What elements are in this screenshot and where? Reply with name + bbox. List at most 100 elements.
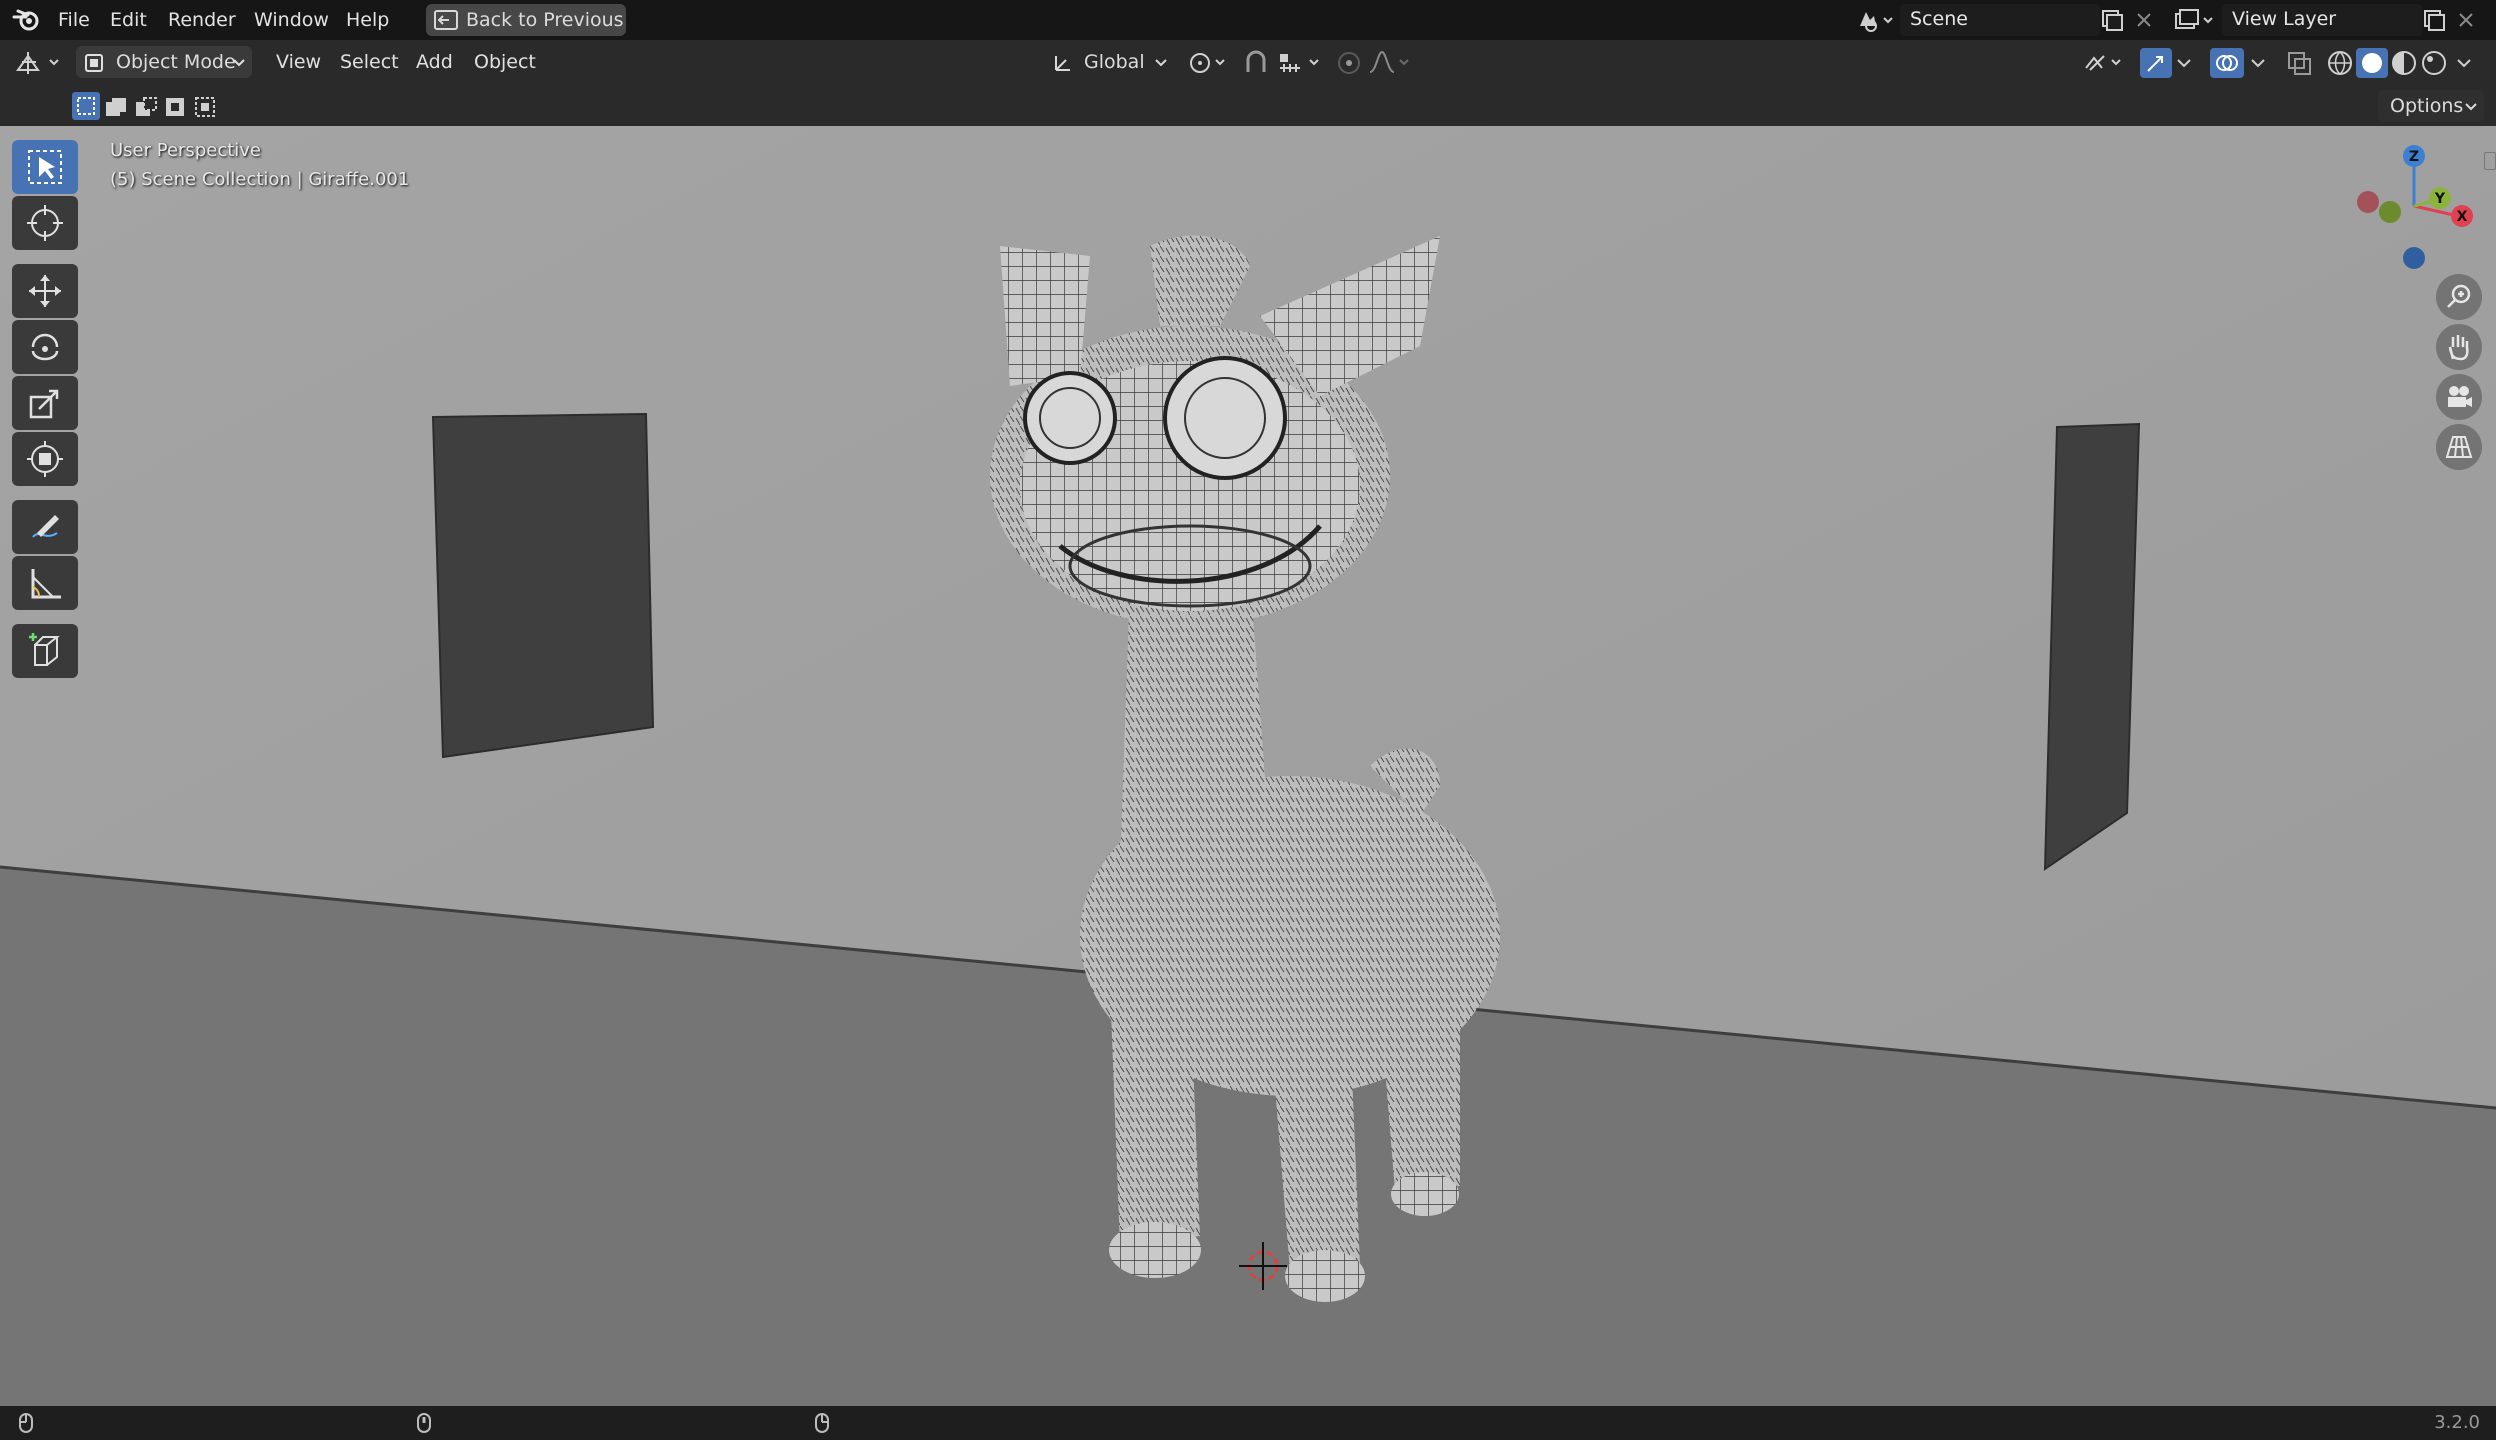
hand-icon — [2448, 335, 2469, 361]
mode-label: Object Mode — [116, 51, 236, 73]
rotate-icon — [31, 333, 59, 361]
gizmo-neg-z-dot[interactable] — [2403, 247, 2425, 269]
camera-view-button[interactable] — [2436, 374, 2482, 420]
menu-file[interactable]: File — [52, 6, 96, 34]
chevron-down-icon[interactable] — [2176, 58, 2192, 70]
falloff-curve-icon[interactable] — [1366, 48, 1414, 78]
rendered-shading-icon[interactable] — [2420, 49, 2448, 77]
add-cube-tool[interactable] — [12, 624, 78, 678]
gizmo-neg-x-dot[interactable] — [2357, 191, 2379, 213]
new-view-layer-icon[interactable] — [2422, 8, 2446, 32]
back-to-previous-button[interactable]: Back to Previous — [426, 4, 626, 36]
rotate-tool[interactable] — [12, 320, 78, 374]
xray-toggle-icon[interactable] — [2286, 50, 2314, 76]
mouse-middle-icon — [417, 1413, 431, 1433]
delete-scene-icon[interactable] — [2134, 10, 2154, 30]
gizmo-z-label: Z — [2409, 149, 2419, 165]
blender-version: 3.2.0 — [2434, 1412, 2480, 1433]
material-preview-shading-icon[interactable] — [2390, 49, 2418, 77]
menu-edit[interactable]: Edit — [104, 6, 153, 34]
scale-icon — [29, 389, 59, 419]
pivot-point-icon[interactable] — [1186, 48, 1230, 78]
ruler-icon — [31, 569, 61, 599]
transform-icon — [27, 441, 63, 477]
measure-tool[interactable] — [12, 556, 78, 610]
visibility-selectability-icon[interactable] — [2080, 48, 2126, 78]
scene-selector-icon[interactable] — [1856, 6, 1896, 34]
select-box-tool[interactable] — [12, 140, 78, 194]
snap-target-icon[interactable] — [1276, 48, 1324, 78]
wireframe-shading-icon[interactable] — [2326, 49, 2354, 77]
menu-help[interactable]: Help — [340, 6, 395, 34]
chevron-down-icon — [233, 59, 245, 67]
navigation-gizmo[interactable]: Z X Y — [2340, 140, 2480, 280]
header-menu-object[interactable]: Object — [468, 47, 542, 77]
blender-logo-icon[interactable] — [12, 6, 42, 34]
snap-toggle-icon[interactable] — [1240, 48, 1274, 78]
move-tool[interactable] — [12, 264, 78, 318]
proportional-editing-icon[interactable] — [1334, 48, 1364, 78]
header-menu-view[interactable]: View — [270, 47, 327, 77]
transform-orientation-label: Global — [1084, 51, 1145, 73]
perspective-toggle-button[interactable] — [2436, 424, 2482, 470]
delete-view-layer-icon[interactable] — [2456, 10, 2476, 30]
options-label: Options — [2390, 95, 2464, 117]
viewport-header: Object Mode View Select Add Object Globa… — [0, 40, 2496, 86]
select-subtract-icon[interactable] — [134, 96, 158, 118]
sidebar-toggle[interactable] — [2484, 152, 2496, 170]
gizmo-toggle-button[interactable] — [2140, 48, 2172, 78]
camera-icon — [2448, 386, 2472, 407]
new-scene-icon[interactable] — [2100, 8, 2124, 32]
add-cube-icon — [29, 633, 60, 666]
options-dropdown[interactable]: Options — [2378, 90, 2484, 122]
zoom-view-button[interactable] — [2436, 274, 2482, 320]
gizmo-neg-y-dot[interactable] — [2379, 201, 2401, 223]
status-bar — [0, 1406, 2496, 1440]
right-wall-panel — [2043, 422, 2141, 871]
view-layer-selector-icon[interactable] — [2172, 6, 2216, 34]
move-arrows-icon — [29, 275, 61, 307]
transform-tool[interactable] — [12, 432, 78, 486]
chevron-down-icon — [1155, 59, 1167, 67]
gizmo-x-label: X — [2457, 209, 2468, 225]
gizmo-y-label: Y — [2434, 191, 2446, 207]
view-layer-name-field[interactable]: View Layer — [2222, 4, 2422, 36]
pan-view-button[interactable] — [2436, 324, 2482, 370]
solid-shading-icon — [2362, 53, 2382, 73]
shading-options-chevron-icon[interactable] — [2456, 58, 2472, 70]
active-object-label: (5) Scene Collection | Giraffe.001 — [110, 169, 410, 190]
mouse-left-icon — [19, 1413, 33, 1433]
scale-tool[interactable] — [12, 376, 78, 430]
zoom-magnifier-icon — [2447, 284, 2471, 308]
grid-perspective-icon — [2445, 436, 2473, 458]
select-new-icon — [77, 97, 95, 115]
tool-settings-bar: Options — [0, 86, 2496, 127]
chevron-down-icon[interactable] — [2250, 58, 2266, 70]
select-invert-icon[interactable] — [164, 96, 188, 118]
select-cursor-icon — [28, 150, 62, 184]
menu-render[interactable]: Render — [162, 6, 242, 34]
header-menu-select[interactable]: Select — [334, 47, 405, 77]
top-bar: File Edit Render Window Help Back to Pre… — [0, 0, 2496, 40]
select-intersect-icon[interactable] — [194, 96, 218, 118]
select-mode-new-button[interactable] — [72, 92, 100, 120]
editor-type-icon[interactable] — [14, 48, 64, 78]
left-wall-panel — [431, 412, 655, 759]
3d-viewport[interactable]: User Perspective (5) Scene Collection | … — [0, 126, 2496, 1406]
view-perspective-label: User Perspective — [110, 140, 261, 161]
menu-window[interactable]: Window — [248, 6, 335, 34]
overlays-toggle-button[interactable] — [2210, 48, 2244, 78]
chevron-down-icon — [2465, 103, 2477, 111]
back-to-previous-label: Back to Previous — [466, 9, 624, 31]
solid-shading-button[interactable] — [2356, 48, 2388, 78]
back-screen-icon — [434, 10, 458, 30]
mode-dropdown[interactable]: Object Mode — [76, 46, 252, 78]
transform-orientation-dropdown[interactable]: Global — [1046, 46, 1174, 78]
select-extend-icon[interactable] — [104, 96, 128, 118]
header-menu-add[interactable]: Add — [410, 47, 459, 77]
scene-render — [0, 126, 2496, 1406]
annotate-tool[interactable] — [12, 500, 78, 554]
object-mode-icon — [85, 54, 103, 72]
scene-name-field[interactable]: Scene — [1900, 4, 2100, 36]
cursor-tool[interactable] — [12, 196, 78, 250]
